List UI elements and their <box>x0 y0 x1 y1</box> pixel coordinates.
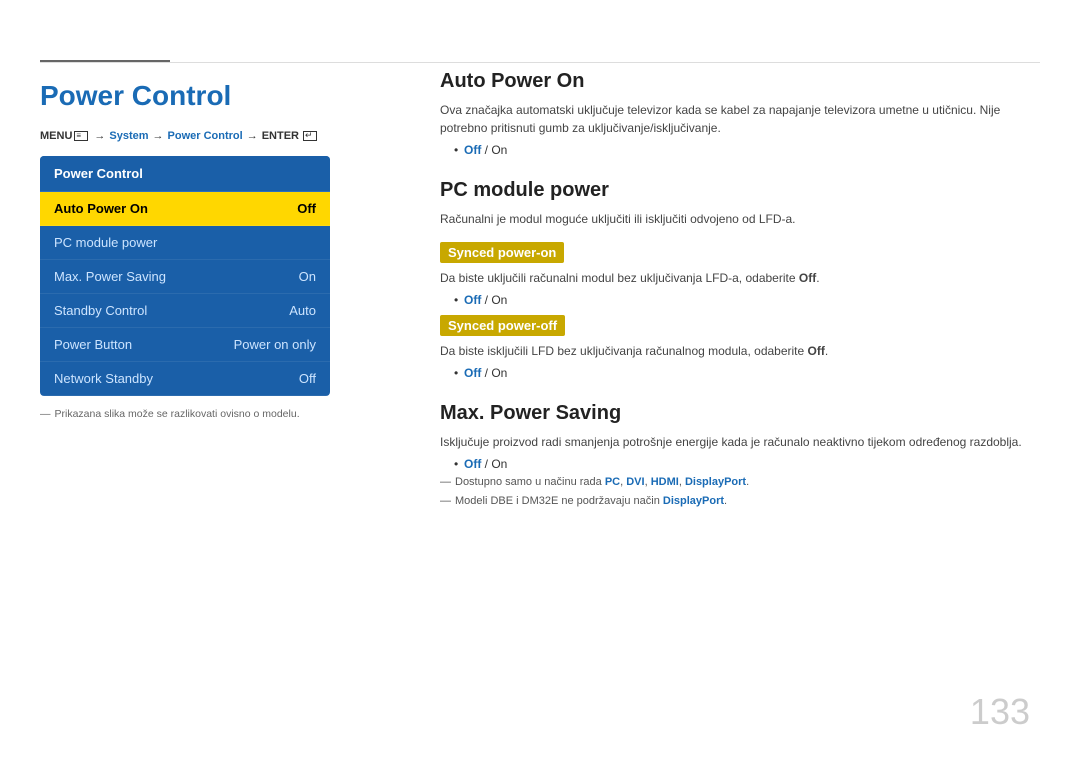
nav-item[interactable]: Standby Control Auto <box>40 294 330 328</box>
system-link[interactable]: System <box>109 130 148 142</box>
link-text: PC <box>605 476 620 488</box>
bullet-list: Off / On <box>440 143 1040 157</box>
nav-item-value: Auto <box>289 303 316 318</box>
right-panel: Auto Power On Ova značajka automatski ukl… <box>440 70 1040 532</box>
arrow3: → <box>247 130 258 142</box>
subsection-desc: Da biste isključili LFD bez uključivanja… <box>440 342 1040 360</box>
nav-item-label: Max. Power Saving <box>54 269 166 284</box>
section-desc: Isključuje proizvod radi smanjenja potro… <box>440 433 1040 451</box>
footnote-text: Prikazana slika može se razlikovati ovis… <box>55 408 300 420</box>
section-title: Max. Power Saving <box>440 402 1040 425</box>
nav-item[interactable]: PC module power <box>40 226 330 260</box>
enter-icon <box>303 131 317 141</box>
nav-item-value: Power on only <box>234 337 316 352</box>
nav-item-value: On <box>299 269 316 284</box>
note-line: Dostupno samo u načinu rada PC, DVI, HDM… <box>440 475 1040 490</box>
note-line: Modeli DBE i DM32E ne podržavaju način D… <box>440 494 1040 509</box>
arrow1: → <box>94 130 105 142</box>
nav-item[interactable]: Max. Power Saving On <box>40 260 330 294</box>
section-desc: Ova značajka automatski uključuje televi… <box>440 101 1040 137</box>
section-title: Auto Power On <box>440 70 1040 93</box>
note-text: Dostupno samo u načinu rada PC, DVI, HDM… <box>455 475 749 490</box>
highlight-off: Off <box>464 366 481 380</box>
arrow2: → <box>153 130 164 142</box>
highlight-off: Off <box>464 457 481 471</box>
nav-box: Power Control Auto Power On Off PC module … <box>40 156 330 396</box>
link-text: DisplayPort <box>685 476 746 488</box>
nav-item-label: PC module power <box>54 235 157 250</box>
highlight-word: Off <box>808 344 825 358</box>
left-panel: Power Control MENU → System → Power Cont… <box>40 70 390 420</box>
nav-item[interactable]: Power Button Power on only <box>40 328 330 362</box>
link-text: DisplayPort <box>663 495 724 507</box>
bullet-item: Off / On <box>454 457 1040 471</box>
divider-top <box>40 62 1040 63</box>
nav-item-label: Power Button <box>54 337 132 352</box>
section-title: PC module power <box>440 179 1040 202</box>
highlight-word: Off <box>799 271 816 285</box>
nav-items-container: Auto Power On Off PC module power Max. Powe… <box>40 192 330 396</box>
link-text: DVI <box>626 476 644 488</box>
subsection-desc: Da biste uključili računalni modul bez u… <box>440 269 1040 287</box>
nav-item-value: Off <box>297 201 316 216</box>
note-text: Modeli DBE i DM32E ne podržavaju način D… <box>455 494 727 509</box>
menu-icon <box>74 131 88 141</box>
enter-label: ENTER <box>262 130 299 142</box>
bullet-item: Off / On <box>454 366 1040 380</box>
highlight-off: Off <box>464 293 481 307</box>
nav-item-label: Auto Power On <box>54 201 148 216</box>
section-pc-module-power: PC module power Računalni je modul moguće… <box>440 179 1040 380</box>
nav-box-title: Power Control <box>40 156 330 192</box>
sections-container: Auto Power On Ova značajka automatski ukl… <box>440 70 1040 510</box>
nav-item-value: Off <box>299 371 316 386</box>
page-title: Power Control <box>40 80 390 112</box>
sub-bullet-list: Off / On <box>440 366 1040 380</box>
power-control-link[interactable]: Power Control <box>168 130 243 142</box>
link-text: HDMI <box>651 476 679 488</box>
nav-item[interactable]: Auto Power On Off <box>40 192 330 226</box>
nav-item-label: Network Standby <box>54 371 153 386</box>
section-desc: Računalni je modul moguće uključiti ili … <box>440 210 1040 228</box>
footnote: Prikazana slika može se razlikovati ovis… <box>40 408 390 420</box>
bullet-list: Off / On <box>440 457 1040 471</box>
page-number: 133 <box>970 691 1030 733</box>
highlight-off: Off <box>464 143 481 157</box>
bullet-item: Off / On <box>454 143 1040 157</box>
sub-bullet-list: Off / On <box>440 293 1040 307</box>
menu-label: MENU <box>40 130 72 142</box>
menu-path: MENU → System → Power Control → ENTER <box>40 130 390 142</box>
bullet-item: Off / On <box>454 293 1040 307</box>
subsection-title: Synced power-off <box>440 315 565 336</box>
nav-item[interactable]: Network Standby Off <box>40 362 330 396</box>
section-auto-power-on: Auto Power On Ova značajka automatski ukl… <box>440 70 1040 157</box>
subsection-title: Synced power-on <box>440 242 564 263</box>
nav-item-label: Standby Control <box>54 303 147 318</box>
section-max-power-saving: Max. Power Saving Isključuje proizvod rad… <box>440 402 1040 510</box>
